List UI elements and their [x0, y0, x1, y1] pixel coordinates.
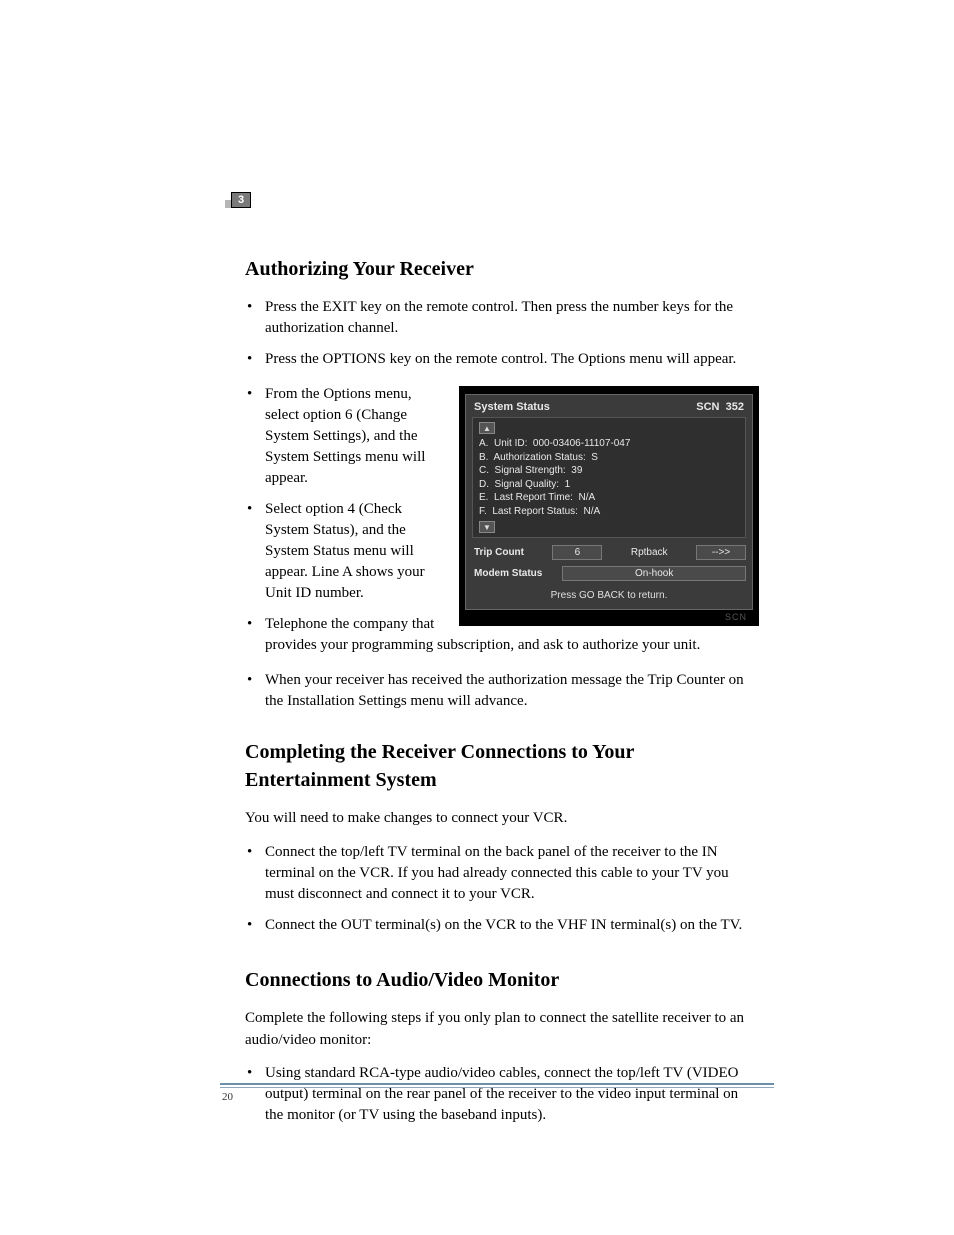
page: 3 Authorizing Your Receiver Press the EX… — [0, 0, 954, 1235]
bullet-list-2: Connect the top/left TV terminal on the … — [245, 842, 759, 936]
chapter-number-box: 3 — [231, 192, 251, 208]
bullet-list-3: Using standard RCA-type audio/video cabl… — [245, 1063, 759, 1126]
list-item: Select option 4 (Check System Status), a… — [245, 499, 759, 604]
page-number: 20 — [222, 1091, 233, 1103]
section-heading-authorizing: Authorizing Your Receiver — [245, 255, 759, 283]
section3-intro: Complete the following steps if you only… — [245, 1008, 759, 1052]
list-item: Press the EXIT key on the remote control… — [245, 297, 759, 339]
list-item: When your receiver has received the auth… — [245, 670, 759, 712]
bullet-list-1c: When your receiver has received the auth… — [245, 670, 759, 712]
list-item: Press the OPTIONS key on the remote cont… — [245, 349, 759, 370]
list-item: Telephone the company that provides your… — [245, 614, 759, 656]
bullet-list-1a: Press the EXIT key on the remote control… — [245, 297, 759, 370]
list-item: Connect the OUT terminal(s) on the VCR t… — [245, 915, 759, 936]
bullet-list-1b: From the Options menu, select option 6 (… — [245, 384, 759, 656]
list-item: Using standard RCA-type audio/video cabl… — [245, 1063, 759, 1126]
section2-intro: You will need to make changes to connect… — [245, 808, 759, 830]
list-item: Connect the top/left TV terminal on the … — [245, 842, 759, 905]
section-heading-connections-av: Connections to Audio/Video Monitor — [245, 966, 759, 994]
section-heading-completing: Completing the Receiver Connections to Y… — [245, 738, 759, 794]
page-rule — [220, 1083, 774, 1085]
chapter-tab: 3 — [225, 192, 251, 208]
list-item: From the Options menu, select option 6 (… — [245, 384, 759, 489]
